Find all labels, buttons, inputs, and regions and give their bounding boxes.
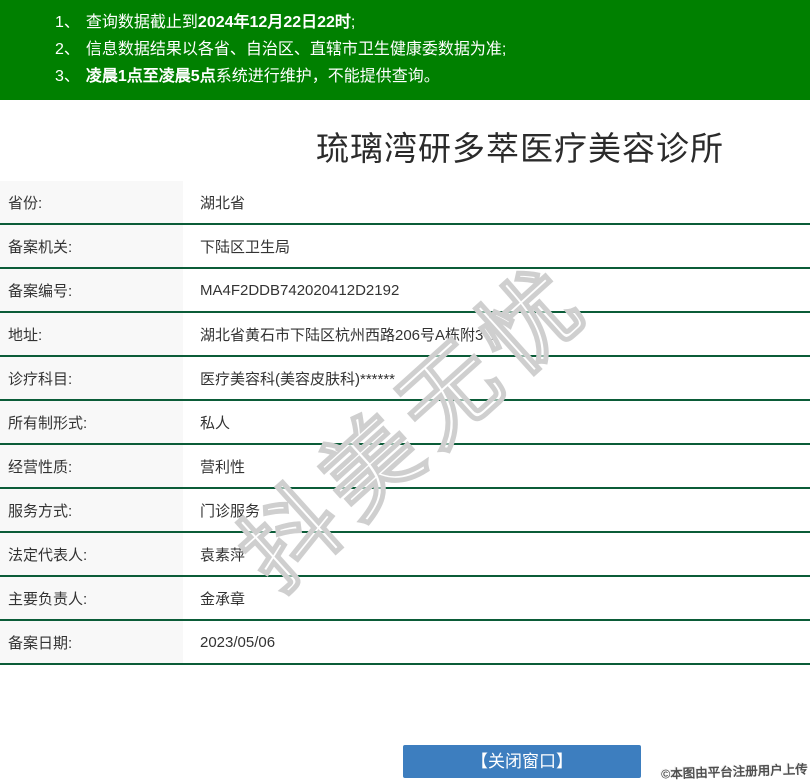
row-label: 备案日期: [0,621,183,663]
row-value: 袁素萍 [200,546,246,564]
row-value: 湖北省 [200,194,246,212]
row-value: 门诊服务 [200,502,261,520]
row-label: 服务方式: [0,489,183,531]
table-row: 省份: 湖北省 [0,181,810,225]
row-label: 省份: [0,181,183,223]
row-value: 2023/05/06 [200,633,276,651]
notice-text-segment: 系统进行维护，不能提供查询。 [215,68,440,85]
notice-text-segment: 2024年12月22日22时 [197,14,351,31]
row-value: 下陆区卫生局 [200,238,291,256]
notice-line: 1、 查询数据截止到2024年12月22日22时; [55,9,800,36]
attribution-watermark: ©本图由平台注册用户上传 [661,762,809,782]
row-value: 私人 [200,414,231,432]
table-row: 服务方式: 门诊服务 [0,489,810,533]
table-row: 地址: 湖北省黄石市下陆区杭州西路206号A栋附3-1 [0,313,810,357]
notice-text-segment: 查询数据截止到 [85,14,198,31]
notice-text-segment: 信息数据结果以各省、自治区、直辖市卫生健康委数据为准; [85,41,507,58]
row-label: 地址: [0,313,183,355]
table-row: 主要负责人: 金承章 [0,577,810,621]
row-value: 医疗美容科(美容皮肤科)****** [200,370,396,388]
row-label: 备案机关: [0,225,183,267]
table-row: 备案机关: 下陆区卫生局 [0,225,810,269]
notice-line: 3、 凌晨1点至凌晨5点系统进行维护，不能提供查询。 [55,63,800,90]
row-value: 金承章 [200,590,246,608]
row-value: MA4F2DDB742020412D2192 [200,281,400,299]
notice-line-number: 1、 [55,14,80,31]
notice-text-segment: 凌晨1点至凌晨5点 [85,68,216,85]
notice-line-number: 3、 [55,68,80,85]
notice-line: 2、 信息数据结果以各省、自治区、直辖市卫生健康委数据为准; [55,36,800,63]
table-row: 法定代表人: 袁素萍 [0,533,810,577]
table-row: 备案编号: MA4F2DDB742020412D2192 [0,269,810,313]
info-table: 省份: 湖北省 备案机关: 下陆区卫生局 备案编号: MA4F2DDB742020412D… [0,181,810,665]
table-row: 所有制形式: 私人 [0,401,810,445]
clinic-title: 琉璃湾研多萃医疗美容诊所 [316,130,724,167]
row-value: 营利性 [200,458,246,476]
row-label: 经营性质: [0,445,183,487]
row-label: 法定代表人: [0,533,183,575]
notice-line-number: 2、 [55,41,80,58]
notice-banner: 1、 查询数据截止到2024年12月22日22时; 2、 信息数据结果以各省、自治区、… [0,0,810,100]
notice-text-segment: ; [350,14,356,31]
row-label: 备案编号: [0,269,183,311]
table-row: 诊疗科目: 医疗美容科(美容皮肤科)****** [0,357,810,401]
row-label: 所有制形式: [0,401,183,443]
row-label: 诊疗科目: [0,357,183,399]
row-label: 主要负责人: [0,577,183,619]
row-value: 湖北省黄石市下陆区杭州西路206号A栋附3-1 [200,326,497,344]
table-row: 备案日期: 2023/05/06 [0,621,810,665]
close-window-button[interactable]: 【关闭窗口】 [403,745,641,778]
table-row: 经营性质: 营利性 [0,445,810,489]
